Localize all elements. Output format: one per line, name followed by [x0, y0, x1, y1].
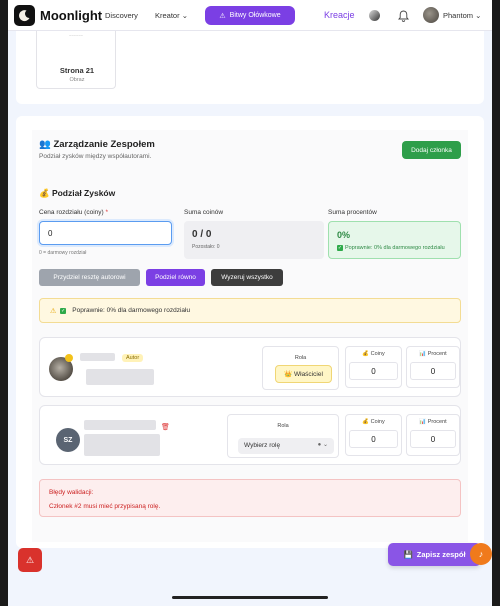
coins-box: 💰 Coiny 0 — [345, 346, 402, 388]
percent-box: 📊 Procent 0 — [406, 414, 460, 456]
brand-name[interactable]: Moonlight — [40, 8, 102, 23]
member-name-redacted — [84, 420, 156, 430]
coins-label: 💰 Coiny — [362, 419, 385, 425]
member-row-1: Autor Rola 👑 Właściciel 💰 Coiny 0 📊 Proc… — [39, 337, 461, 397]
user-avatar[interactable] — [423, 7, 439, 23]
page-type: Obraz — [69, 77, 85, 83]
member-email-redacted — [84, 434, 160, 456]
team-title: 👥 Zarządzanie Zespołem — [39, 139, 155, 150]
warning-fab-icon[interactable]: ⚠ — [18, 548, 42, 572]
chevron-down-icon: ● ⌄ — [317, 442, 328, 448]
team-subtitle: Podział zysków między współautorami. — [39, 153, 152, 160]
crown-icon — [65, 354, 73, 362]
member-row-2: SZ 🗑 Rola Wybierz rolę ● ⌄ 💰 Coiny 0 📊 P… — [39, 405, 461, 465]
percent-label: 📊 Procent — [419, 351, 447, 357]
theme-toggle-icon[interactable] — [369, 10, 380, 21]
save-label: Zapisz zespół — [416, 550, 466, 559]
price-hint: 0 = darmowy rozdział — [39, 250, 87, 256]
pct-status-text: Poprawnie: 0% dla darmowego rozdziału — [345, 245, 445, 251]
coins-box: 💰 Coiny 0 — [345, 414, 402, 456]
chevron-down-icon: ⌄ — [475, 11, 482, 20]
bell-icon[interactable] — [398, 9, 409, 27]
page-thumbnail[interactable]: ~~~~~~ Strona 21 Obraz — [36, 31, 116, 89]
warning-triangle-icon: ⚠ — [219, 12, 226, 20]
price-input[interactable]: 0 — [39, 221, 172, 245]
role-label: Rola — [277, 423, 289, 429]
gallery-card: ~~~~~~ Strona 21 Obraz — [16, 31, 484, 104]
bitwy-label: Bitwy Ołówkowe — [229, 12, 281, 19]
pct-sum-box: 0% ✓ Poprawnie: 0% dla darmowego rozdział… — [328, 221, 461, 259]
coins-sum-box: 0 / 0 Pozostało: 0 — [184, 221, 324, 259]
percent-label: 📊 Procent — [419, 419, 447, 425]
user-menu[interactable]: Phantom ⌄ — [443, 11, 481, 20]
member-email-redacted — [86, 369, 154, 385]
percent-input[interactable]: 0 — [410, 362, 456, 380]
nav-kreacje[interactable]: Kreacje — [324, 10, 355, 20]
split-title: 💰 Podział Zysków — [39, 188, 116, 198]
nav-kreator[interactable]: Kreator ⌄ — [155, 11, 188, 20]
top-nav: Moonlight Discovery Kreator ⌄ ⚠ Bitwy Oł… — [8, 0, 492, 31]
moon-logo-icon[interactable] — [14, 5, 35, 26]
coins-sum-label: Suma coinów — [184, 209, 224, 216]
music-note-icon[interactable]: ♪ — [470, 543, 492, 565]
check-icon: ✓ — [60, 307, 67, 314]
member-name-redacted — [80, 353, 115, 361]
owner-role-chip: 👑 Właściciel — [275, 365, 332, 383]
price-label-text: Cena rozdziału (coiny) — [39, 209, 104, 216]
trash-icon[interactable]: 🗑 — [161, 423, 170, 431]
coins-remaining: Pozostało: 0 — [192, 244, 220, 250]
home-indicator — [172, 596, 328, 599]
page-title: Strona 21 — [59, 66, 95, 75]
pct-sum-value: 0% — [337, 230, 351, 240]
check-icon: ✓ — [337, 245, 343, 251]
validation-message: Członek #2 musi mieć przypisaną rolę. — [49, 503, 161, 510]
member-avatar-initials: SZ — [56, 428, 80, 452]
split-alert: ⚠ ✓ Poprawnie: 0% dla darmowego rozdział… — [39, 298, 461, 323]
required-marker: * — [105, 209, 109, 216]
clear-all-button[interactable]: Wyzeruj wszystko — [211, 269, 283, 286]
author-badge: Autor — [122, 354, 144, 362]
save-team-button[interactable]: 💾 Zapisz zespół — [388, 543, 481, 566]
add-member-button[interactable]: Dodaj członka — [402, 141, 461, 159]
validation-title: Błędy walidacji: — [49, 489, 94, 496]
percent-input[interactable]: 0 — [410, 430, 456, 448]
assign-rest-button[interactable]: Przydziel resztę autorowi — [39, 269, 140, 286]
bitwy-button[interactable]: ⚠ Bitwy Ołówkowe — [205, 6, 295, 25]
percent-box: 📊 Procent 0 — [406, 346, 460, 388]
coins-input[interactable]: 0 — [349, 362, 398, 380]
coins-sum-value: 0 / 0 — [192, 229, 212, 240]
nav-kreator-label: Kreator — [155, 11, 180, 20]
pct-sum-label: Suma procentów — [328, 209, 377, 216]
coins-label: 💰 Coiny — [362, 351, 385, 357]
split-alert-text: Poprawnie: 0% dla darmowego rozdziału — [72, 307, 191, 314]
pct-status: ✓ Poprawnie: 0% dla darmowego rozdziału — [337, 245, 445, 251]
app-frame: Moonlight Discovery Kreator ⌄ ⚠ Bitwy Oł… — [8, 0, 492, 606]
role-box: Rola 👑 Właściciel — [262, 346, 339, 390]
chevron-down-icon: ⌄ — [181, 11, 188, 20]
user-name: Phantom — [443, 11, 474, 20]
role-box: Rola Wybierz rolę ● ⌄ — [227, 414, 339, 458]
role-select-value: Wybierz rolę — [244, 442, 281, 449]
save-icon: 💾 — [403, 550, 413, 559]
role-label: Rola — [294, 355, 307, 361]
split-equal-button[interactable]: Podziel równo — [146, 269, 205, 286]
validation-errors: Błędy walidacji: Członek #2 musi mieć pr… — [39, 479, 461, 517]
role-select[interactable]: Wybierz rolę ● ⌄ — [238, 438, 334, 454]
thumbnail-scribble: ~~~~~~ — [69, 33, 84, 38]
price-label: Cena rozdziału (coiny) * — [39, 209, 108, 216]
nav-discovery[interactable]: Discovery — [105, 11, 138, 20]
warning-icon: ⚠ — [50, 307, 57, 315]
coins-input[interactable]: 0 — [349, 430, 398, 448]
